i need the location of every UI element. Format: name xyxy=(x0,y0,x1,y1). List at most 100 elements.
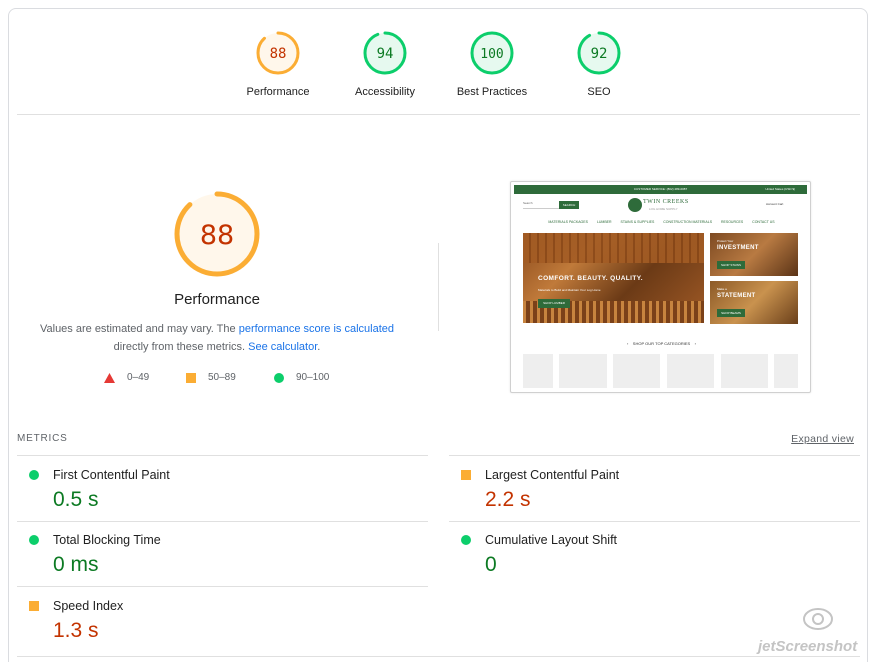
thumb-hero-roof xyxy=(523,233,704,263)
thumb-category-tile xyxy=(667,354,714,388)
performance-description: Values are estimated and may vary. The p… xyxy=(30,320,404,356)
thumb-nav-item: LUMBER xyxy=(596,220,612,224)
gauge-score: 94 xyxy=(377,46,394,62)
legend-range: 50–89 xyxy=(208,372,236,383)
vertical-divider xyxy=(438,243,439,331)
metric-value: 0 xyxy=(485,553,497,576)
divider xyxy=(17,114,860,115)
thumb-hero: COMFORT. BEAUTY. QUALITY. Materials to B… xyxy=(523,233,704,323)
thumb-account: Account Cart xyxy=(766,202,784,206)
watermark-camera-icon xyxy=(803,608,833,630)
metric-name: First Contentful Paint xyxy=(53,468,170,482)
gauge-ring: 100 xyxy=(470,31,514,75)
performance-score-link[interactable]: performance score is calculated xyxy=(239,323,394,335)
thumb-nav-item: RESOURCES xyxy=(721,220,744,224)
square-icon xyxy=(186,372,196,383)
metric-value: 1.3 s xyxy=(53,619,99,642)
pass-circle-icon xyxy=(461,535,471,545)
thumb-logo: TWIN CREEKS xyxy=(643,199,689,205)
thumb-side-title: INVESTMENT xyxy=(717,245,759,251)
pass-circle-icon xyxy=(29,535,39,545)
desc-text: Values are estimated and may vary. The xyxy=(39,323,239,335)
expand-view-button[interactable]: Expand view xyxy=(791,433,854,445)
gauge-label: Performance xyxy=(246,86,310,98)
gauge-seo[interactable]: 92 SEO xyxy=(539,30,659,98)
gauge-performance[interactable]: 88 Performance xyxy=(218,30,338,98)
circle-icon xyxy=(274,372,284,383)
thumb-category-tile xyxy=(721,354,768,388)
gauge-ring: 94 xyxy=(363,31,407,75)
legend-pass: 90–100 xyxy=(274,372,329,383)
gauge-score: 100 xyxy=(480,47,503,62)
legend-fail: 0–49 xyxy=(104,372,149,383)
gauge-label: SEO xyxy=(587,86,611,98)
thumb-categories-heading: ‹ SHOP OUR TOP CATEGORIES › xyxy=(627,341,696,346)
metric-lcp: Largest Contentful Paint 2.2 s xyxy=(449,456,849,520)
thumb-categories-text: SHOP OUR TOP CATEGORIES xyxy=(632,341,691,346)
thumb-hero-sub: Materials to Build and Maintain Your Log… xyxy=(538,288,601,292)
thumb-logo-icon xyxy=(628,198,642,212)
metric-fcp: First Contentful Paint 0.5 s xyxy=(17,456,417,520)
metric-name: Total Blocking Time xyxy=(53,533,161,547)
metric-tbt: Total Blocking Time 0 ms xyxy=(17,521,417,585)
metric-value: 2.2 s xyxy=(485,488,531,511)
thumb-topbar: CUSTOMER SERVICE: (802) 289-0087 United … xyxy=(514,185,807,194)
desc-text: directly from these metrics. xyxy=(113,341,249,353)
metric-name: Largest Contentful Paint xyxy=(485,468,620,482)
metric-speed-index: Speed Index 1.3 s xyxy=(17,587,417,651)
divider xyxy=(17,656,860,657)
thumb-nav-item: CONSTRUCTION MATERIALS xyxy=(663,220,713,224)
legend-range: 0–49 xyxy=(127,372,150,383)
thumb-side-button: SHOP BEAMS xyxy=(717,309,745,317)
gauge-score: 92 xyxy=(591,46,608,62)
gauge-score: 88 xyxy=(270,46,287,62)
summary-gauges: 88 Performance 94 Accessibility 100 Best… xyxy=(0,0,874,115)
thumb-nav-item: MATERIALS PACKAGES xyxy=(548,220,588,224)
thumb-category-tile xyxy=(613,354,660,388)
metrics-header: METRICS xyxy=(17,433,68,444)
thumb-side-small: Make a xyxy=(717,287,727,291)
gauge-ring: 88 xyxy=(256,31,300,75)
thumb-hero-button: SHOP LUMBER xyxy=(538,299,570,308)
pass-circle-icon xyxy=(29,470,39,480)
triangle-icon xyxy=(104,372,115,383)
thumb-category-tile xyxy=(523,354,553,388)
gauge-best-practices[interactable]: 100 Best Practices xyxy=(432,30,552,98)
thumb-search-button: SEARCH xyxy=(559,201,579,209)
performance-big-gauge: 88 xyxy=(174,191,260,277)
performance-score: 88 xyxy=(200,220,234,251)
thumb-side-promo-2: Make a STATEMENT SHOP BEAMS xyxy=(710,281,798,324)
metric-name: Cumulative Layout Shift xyxy=(485,533,618,547)
see-calculator-link[interactable]: See calculator xyxy=(248,341,317,353)
thumb-category-tile xyxy=(559,354,607,388)
page-screenshot-thumbnail[interactable]: CUSTOMER SERVICE: (802) 289-0087 United … xyxy=(510,181,811,393)
metric-value: 0.5 s xyxy=(53,488,99,511)
metric-value: 0 ms xyxy=(53,553,99,576)
thumb-side-small: Protect Your xyxy=(717,239,734,243)
watermark-text: jetScreenshot xyxy=(758,638,858,655)
thumb-search: Search xyxy=(523,201,559,209)
performance-title: Performance xyxy=(174,291,260,308)
thumb-nav: MATERIALS PACKAGES LUMBER STAINS & SUPPL… xyxy=(511,220,810,224)
gauge-accessibility[interactable]: 94 Accessibility xyxy=(325,30,445,98)
metric-cls: Cumulative Layout Shift 0 xyxy=(449,521,849,585)
thumb-currency: United States (USD $) xyxy=(765,187,795,191)
gauge-label: Accessibility xyxy=(355,86,415,98)
thumb-nav-item: CONTACT US xyxy=(752,220,775,224)
thumb-side-title: STATEMENT xyxy=(717,293,756,299)
thumb-logo-sub: LOG HOME SUPPLY xyxy=(649,207,678,211)
average-square-icon xyxy=(29,601,39,611)
thumb-topbar-text: CUSTOMER SERVICE: (802) 289-0087 xyxy=(633,187,688,191)
thumb-side-promo-1: Protect Your INVESTMENT SHOP STAINS xyxy=(710,233,798,276)
thumb-category-tile xyxy=(774,354,798,388)
desc-text: . xyxy=(317,341,321,353)
thumb-side-button: SHOP STAINS xyxy=(717,261,745,269)
thumb-hero-title: COMFORT. BEAUTY. QUALITY. xyxy=(538,275,643,282)
legend-average: 50–89 xyxy=(186,372,236,383)
thumb-nav-item: STAINS & SUPPLIES xyxy=(620,220,655,224)
metric-name: Speed Index xyxy=(53,599,124,613)
gauge-ring: 92 xyxy=(577,31,621,75)
gauge-label: Best Practices xyxy=(456,86,528,98)
average-square-icon xyxy=(461,470,471,480)
legend-range: 90–100 xyxy=(296,372,330,383)
